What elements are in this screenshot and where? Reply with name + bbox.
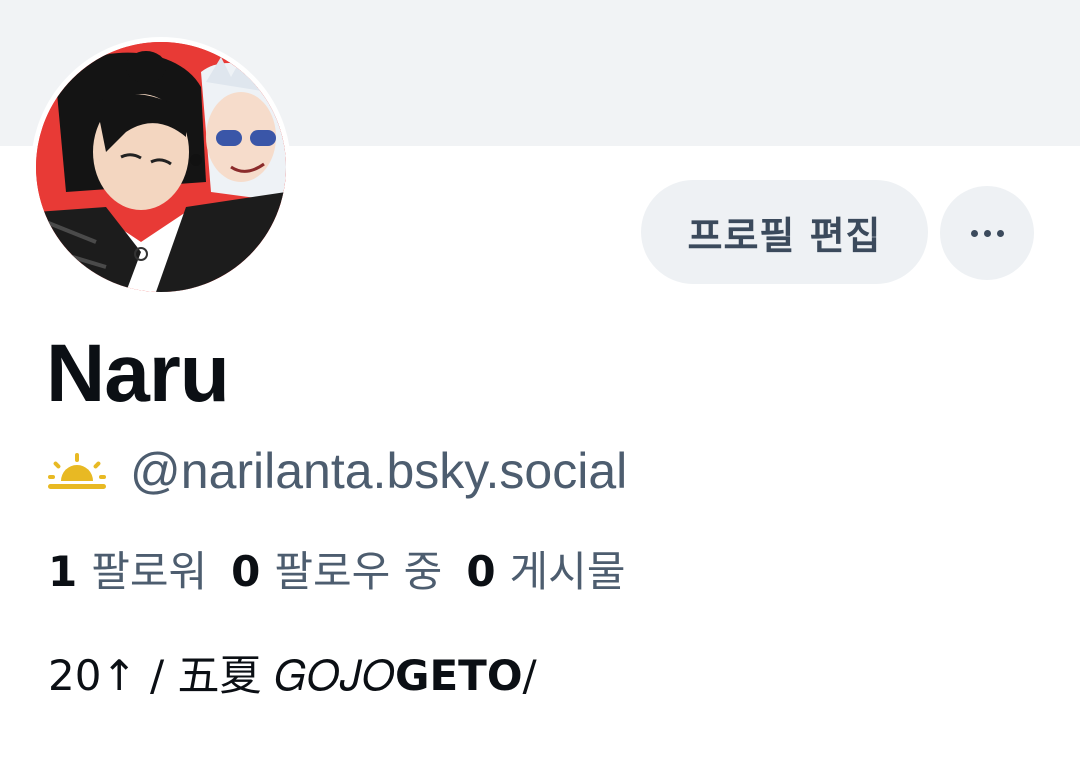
- profile-page: 프로필 편집 Naru @narilanta.bsky.social 1 팔로워…: [0, 0, 1080, 776]
- posts-count: 0: [466, 547, 496, 596]
- following-label: 팔로우 중: [274, 547, 443, 596]
- ellipsis-icon: [983, 229, 991, 237]
- followers-count: 1: [48, 547, 78, 596]
- handle-row: @narilanta.bsky.social: [48, 446, 627, 496]
- following-stat[interactable]: 0 팔로우 중: [231, 551, 442, 593]
- ellipsis-icon: [970, 229, 978, 237]
- edit-profile-button[interactable]: 프로필 편집: [641, 180, 928, 284]
- followers-stat[interactable]: 1 팔로워: [48, 551, 207, 593]
- posts-label: 게시물: [509, 547, 626, 596]
- profile-handle[interactable]: @narilanta.bsky.social: [130, 446, 627, 496]
- display-name: Naru: [46, 328, 230, 419]
- sunrise-icon: [48, 453, 106, 489]
- avatar-illustration: [36, 42, 286, 292]
- following-count: 0: [231, 547, 261, 596]
- avatar[interactable]: [31, 37, 291, 297]
- profile-stats: 1 팔로워 0 팔로우 중 0 게시물: [48, 551, 649, 593]
- ellipsis-icon: [996, 229, 1004, 237]
- followers-label: 팔로워: [91, 547, 208, 596]
- profile-bio: 20↑ / 五夏 𝐺𝑂𝐽𝑂𝗚𝗘𝗧𝗢/: [48, 651, 537, 700]
- posts-stat: 0 게시물: [466, 551, 625, 593]
- more-options-button[interactable]: [940, 186, 1034, 280]
